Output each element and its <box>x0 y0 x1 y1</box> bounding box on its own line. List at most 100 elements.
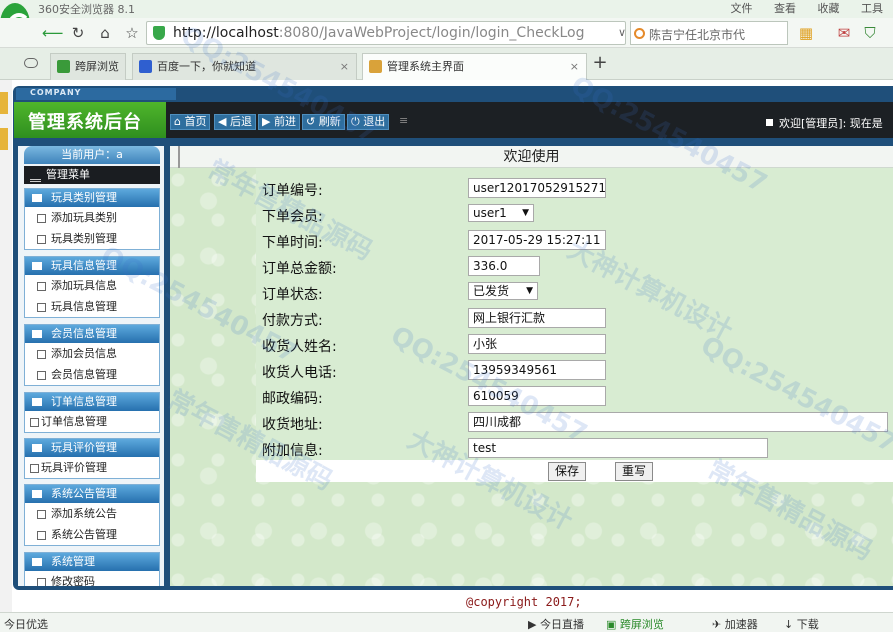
order-number-input[interactable]: user120170529152711 <box>468 178 606 198</box>
status-accelerator[interactable]: ✈ 加速器 <box>712 616 758 632</box>
rail-badge-icon[interactable] <box>0 128 8 150</box>
member-select[interactable]: user1 <box>468 204 534 222</box>
sidebar-item-toy-category-manage[interactable]: 玩具类别管理 <box>25 228 159 249</box>
group-member-info: 会员信息管理 添加会员信息 会员信息管理 <box>24 324 160 386</box>
menu-favorites[interactable]: 收藏 <box>818 2 840 15</box>
tab-label: 跨屏浏览 <box>75 60 119 73</box>
group-toy-review: 玩具评价管理 玩具评价管理 <box>24 438 160 479</box>
menu-lines-icon[interactable]: ≡ <box>396 114 411 130</box>
main-title: 欢迎使用 <box>170 146 893 168</box>
group-head[interactable]: 玩具类别管理 <box>25 189 159 207</box>
field-label: 下单时间: <box>262 235 323 251</box>
status-today-pick[interactable]: 今日优选 <box>4 616 48 632</box>
status-download[interactable]: ↓ 下载 <box>784 616 819 632</box>
forward-button[interactable]: ▶ 前进 <box>258 114 300 130</box>
current-user-bar: 当前用户：a <box>24 146 160 164</box>
baidu-paw-icon <box>139 60 152 73</box>
apps-grid-icon[interactable]: ▦ <box>796 23 816 43</box>
sidebar-item-add-member[interactable]: 添加会员信息 <box>25 343 159 364</box>
field-label: 附加信息: <box>262 443 323 459</box>
tab-label: 管理系统主界面 <box>387 60 464 73</box>
group-head[interactable]: 玩具评价管理 <box>25 439 159 457</box>
menu-view[interactable]: 查看 <box>774 2 796 15</box>
shield-ext-icon[interactable]: ⛉ <box>860 23 880 43</box>
cloud-icon[interactable] <box>24 58 38 68</box>
browser-navbar: ⟵ ↻ ⌂ ☆ http://localhost:8080/JavaWebPro… <box>0 18 893 48</box>
mail-icon[interactable]: ✉ <box>834 23 854 43</box>
brand-title: 管理系统后台 <box>28 112 142 133</box>
sidebar-item-member-manage[interactable]: 会员信息管理 <box>25 364 159 385</box>
field-label: 收货人电话: <box>262 365 337 381</box>
home-button[interactable]: ⌂ 首页 <box>170 114 211 130</box>
dropdown-chevron-icon[interactable]: ∨ <box>612 23 632 43</box>
page-icon <box>369 60 382 73</box>
order-form: 订单编号: user120170529152711 下单会员: user1 下单… <box>256 168 893 480</box>
field-row: 订单总金额: 336.0 <box>256 254 893 278</box>
address-input[interactable]: 四川成都 <box>468 412 888 432</box>
url-host: http://localhost <box>173 25 279 41</box>
save-button[interactable]: 保存 <box>548 462 587 481</box>
brand-block: 管理系统后台 <box>14 102 166 138</box>
menu-tools[interactable]: 工具 <box>861 2 883 15</box>
group-head[interactable]: 系统公告管理 <box>25 485 159 503</box>
search-engine-icon <box>634 28 645 39</box>
logout-label: 退出 <box>363 115 386 128</box>
address-bar[interactable]: http://localhost:8080/JavaWebProject/log… <box>146 21 626 45</box>
field-row: 收货地址: 四川成都 <box>256 410 893 434</box>
sidebar-item-add-notice[interactable]: 添加系统公告 <box>25 503 159 524</box>
group-head[interactable]: 会员信息管理 <box>25 325 159 343</box>
status-cross-screen[interactable]: ▣ 跨屏浏览 <box>606 616 664 632</box>
company-logo-strip: COMPANY <box>16 88 176 100</box>
back-button[interactable]: ◀ 后退 <box>214 114 256 130</box>
tab-admin-main[interactable]: 管理系统主界面 × <box>362 53 587 80</box>
sidebar-item-toy-info-manage[interactable]: 玩具信息管理 <box>25 296 159 317</box>
sidebar-item-add-toy-category[interactable]: 添加玩具类别 <box>25 207 159 228</box>
status-accelerator-label: 加速器 <box>724 618 758 631</box>
field-row: 订单编号: user120170529152711 <box>256 176 893 200</box>
field-row: 收货人电话: 13959349561 <box>256 358 893 382</box>
sidebar-item-add-toy-info[interactable]: 添加玩具信息 <box>25 275 159 296</box>
admin-header: 管理系统后台 ⌂ 首页 ◀ 后退 ▶ 前进 ↺ 刷新 ⏻ 退出 ≡ 欢迎[管理员… <box>14 102 893 138</box>
close-icon[interactable]: × <box>570 54 579 79</box>
sidebar-item-notice-manage[interactable]: 系统公告管理 <box>25 524 159 545</box>
bookmark-star-icon[interactable]: ☆ <box>122 23 142 43</box>
close-icon[interactable]: × <box>340 54 349 79</box>
reset-button[interactable]: 重写 <box>615 462 654 481</box>
group-head[interactable]: 订单信息管理 <box>25 393 159 411</box>
menu-file[interactable]: 文件 <box>731 2 753 15</box>
receiver-name-input[interactable]: 小张 <box>468 334 606 354</box>
field-row: 收货人姓名: 小张 <box>256 332 893 356</box>
refresh-button[interactable]: ↺ 刷新 <box>302 114 345 130</box>
order-time-input[interactable]: 2017-05-29 15:27:11 <box>468 230 606 250</box>
menu-title: 管理菜单 <box>24 166 160 184</box>
extra-info-input[interactable]: test <box>468 438 768 458</box>
sidebar-item-review-manage[interactable]: 玩具评价管理 <box>25 457 159 478</box>
field-row: 附加信息: test <box>256 436 893 460</box>
receiver-phone-input[interactable]: 13959349561 <box>468 360 606 380</box>
payment-method-input[interactable]: 网上银行汇款 <box>468 308 606 328</box>
field-row: 邮政编码: 610059 <box>256 384 893 408</box>
group-toy-category: 玩具类别管理 添加玩具类别 玩具类别管理 <box>24 188 160 250</box>
reload-icon[interactable]: ↻ <box>68 23 88 43</box>
tab-baidu[interactable]: 百度一下，你就知道 × <box>132 53 357 80</box>
search-box[interactable]: 陈吉宁任北京市代 <box>630 21 788 45</box>
status-download-label: 下载 <box>796 618 819 631</box>
browser-app-title: 360安全浏览器 8.1 <box>38 3 135 16</box>
group-notice: 系统公告管理 添加系统公告 系统公告管理 <box>24 484 160 546</box>
group-head[interactable]: 系统管理 <box>25 553 159 571</box>
sidebar-item-change-password[interactable]: 修改密码 <box>25 571 159 586</box>
group-head[interactable]: 玩具信息管理 <box>25 257 159 275</box>
order-status-select[interactable]: 已发货 <box>468 282 538 300</box>
sidebar-item-order-manage[interactable]: 订单信息管理 <box>25 411 159 432</box>
postal-code-input[interactable]: 610059 <box>468 386 606 406</box>
taskbar <box>0 632 893 640</box>
home-icon[interactable]: ⌂ <box>95 23 115 43</box>
total-amount-input[interactable]: 336.0 <box>468 256 540 276</box>
left-rail <box>0 80 12 612</box>
tab-cross-screen[interactable]: 跨屏浏览 <box>50 53 126 80</box>
status-live[interactable]: ▶ 今日直播 <box>528 616 584 632</box>
rail-badge-icon[interactable] <box>0 92 8 114</box>
logout-button[interactable]: ⏻ 退出 <box>347 114 390 130</box>
back-arrow-icon[interactable]: ⟵ <box>42 23 64 43</box>
new-tab-plus-icon[interactable]: + <box>590 53 610 73</box>
